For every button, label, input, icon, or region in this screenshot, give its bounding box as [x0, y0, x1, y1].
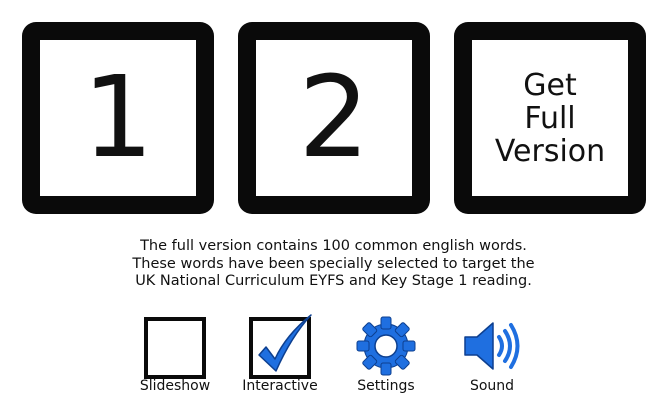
set-2-button[interactable]: 2	[238, 22, 430, 214]
info-line: UK National Curriculum EYFS and Key Stag…	[135, 273, 532, 289]
set-1-button[interactable]: 1	[22, 22, 214, 214]
set-1-label: 1	[82, 53, 154, 183]
slideshow-label: Slideshow	[139, 378, 211, 394]
get-full-version-label: Get Full Version	[494, 67, 606, 169]
sound-label: Sound	[469, 378, 515, 394]
interactive-checkbox[interactable]	[249, 314, 312, 379]
slideshow-checkbox[interactable]	[144, 317, 206, 379]
info-line: The full version contains 100 common eng…	[140, 238, 527, 254]
speaker-icon[interactable]	[461, 315, 523, 377]
full-version-info: The full version contains 100 common eng…	[0, 238, 667, 291]
get-full-version-button[interactable]: Get Full Version	[454, 22, 646, 214]
interactive-label: Interactive	[242, 378, 318, 394]
checkmark-icon	[258, 314, 312, 372]
set-2-label: 2	[298, 53, 370, 183]
settings-label: Settings	[357, 378, 415, 394]
gear-icon[interactable]	[355, 315, 417, 377]
info-line: These words have been specially selected…	[132, 255, 535, 272]
